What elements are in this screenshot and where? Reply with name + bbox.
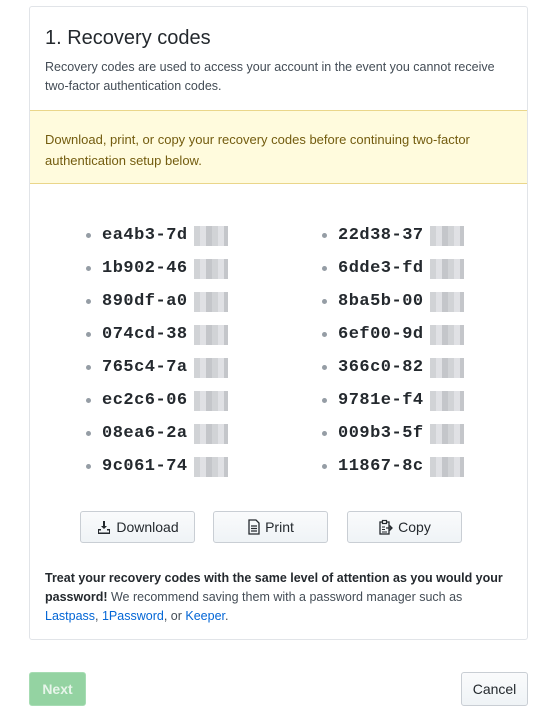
redaction-mask (194, 325, 228, 345)
download-icon (96, 519, 112, 535)
code-item: 6ef00-9d (322, 318, 482, 351)
codes-column-right: 22d38-37 6dde3-fd 8ba5b-00 6ef00-9d 366c… (322, 219, 482, 483)
code-item: 22d38-37 (322, 219, 482, 252)
code-text: 8ba5b-00 (338, 292, 424, 311)
code-text: 765c4-7a (102, 358, 188, 377)
redaction-mask (430, 391, 464, 411)
note-end: . (225, 609, 229, 623)
print-button[interactable]: Print (213, 511, 328, 543)
copy-button[interactable]: Copy (347, 511, 462, 543)
bullet (86, 299, 91, 304)
code-text: 366c0-82 (338, 358, 424, 377)
note-separator: , (95, 609, 102, 623)
copy-label: Copy (398, 519, 431, 535)
code-text: ec2c6-06 (102, 391, 188, 410)
warning-text: Download, print, or copy your recovery c… (45, 132, 470, 168)
bullet (86, 398, 91, 403)
redaction-mask (430, 358, 464, 378)
lastpass-link[interactable]: Lastpass (45, 609, 95, 623)
redaction-mask (194, 391, 228, 411)
section-description: Recovery codes are used to access your a… (45, 60, 495, 93)
redaction-mask (194, 292, 228, 312)
note-separator: , or (163, 609, 186, 623)
1password-link[interactable]: 1Password (102, 609, 164, 623)
bullet (322, 365, 327, 370)
bullet (86, 266, 91, 271)
redaction-mask (430, 226, 464, 246)
bullet (86, 464, 91, 469)
print-label: Print (265, 519, 294, 535)
keeper-link[interactable]: Keeper (185, 609, 225, 623)
bullet (322, 266, 327, 271)
code-text: 6dde3-fd (338, 259, 424, 278)
file-icon (247, 519, 261, 535)
code-text: 11867-8c (338, 457, 424, 476)
code-item: 6dde3-fd (322, 252, 482, 285)
recovery-note: Treat your recovery codes with the same … (45, 569, 515, 626)
bullet (86, 332, 91, 337)
download-button[interactable]: Download (80, 511, 195, 543)
redaction-mask (430, 424, 464, 444)
code-text: 009b3-5f (338, 424, 424, 443)
code-item: 765c4-7a (86, 351, 246, 384)
redaction-mask (194, 259, 228, 279)
bullet (86, 233, 91, 238)
codes-column-left: ea4b3-7d 1b902-46 890df-a0 074cd-38 765c… (86, 219, 246, 483)
code-text: 6ef00-9d (338, 325, 424, 344)
code-item: 890df-a0 (86, 285, 246, 318)
code-item: ec2c6-06 (86, 384, 246, 417)
bullet (86, 365, 91, 370)
code-text: 890df-a0 (102, 292, 188, 311)
redaction-mask (194, 424, 228, 444)
code-item: 9781e-f4 (322, 384, 482, 417)
code-text: 22d38-37 (338, 226, 424, 245)
code-item: 08ea6-2a (86, 417, 246, 450)
code-item: 11867-8c (322, 450, 482, 483)
redaction-mask (430, 259, 464, 279)
bullet (322, 431, 327, 436)
warning-flash: Download, print, or copy your recovery c… (30, 110, 527, 184)
code-item: 366c0-82 (322, 351, 482, 384)
code-text: ea4b3-7d (102, 226, 188, 245)
redaction-mask (194, 457, 228, 477)
code-item: 1b902-46 (86, 252, 246, 285)
code-text: 08ea6-2a (102, 424, 188, 443)
bullet (322, 398, 327, 403)
code-item: 9c061-74 (86, 450, 246, 483)
note-text: We recommend saving them with a password… (107, 590, 463, 604)
code-text: 074cd-38 (102, 325, 188, 344)
code-text: 1b902-46 (102, 259, 188, 278)
code-item: 009b3-5f (322, 417, 482, 450)
download-label: Download (116, 519, 179, 535)
code-item: 074cd-38 (86, 318, 246, 351)
bullet (322, 299, 327, 304)
bullet (322, 332, 327, 337)
bullet (86, 431, 91, 436)
bullet (322, 464, 327, 469)
redaction-mask (430, 292, 464, 312)
code-text: 9c061-74 (102, 457, 188, 476)
redaction-mask (194, 226, 228, 246)
code-item: ea4b3-7d (86, 219, 246, 252)
recovery-codes-card: 1. Recovery codes Recovery codes are use… (29, 6, 528, 640)
cancel-button[interactable]: Cancel (461, 672, 528, 706)
redaction-mask (430, 325, 464, 345)
code-text: 9781e-f4 (338, 391, 424, 410)
section-title: 1. Recovery codes (45, 27, 211, 49)
redaction-mask (430, 457, 464, 477)
bullet (322, 233, 327, 238)
code-item: 8ba5b-00 (322, 285, 482, 318)
redaction-mask (194, 358, 228, 378)
next-button[interactable]: Next (29, 672, 86, 706)
clippy-icon (378, 519, 394, 535)
